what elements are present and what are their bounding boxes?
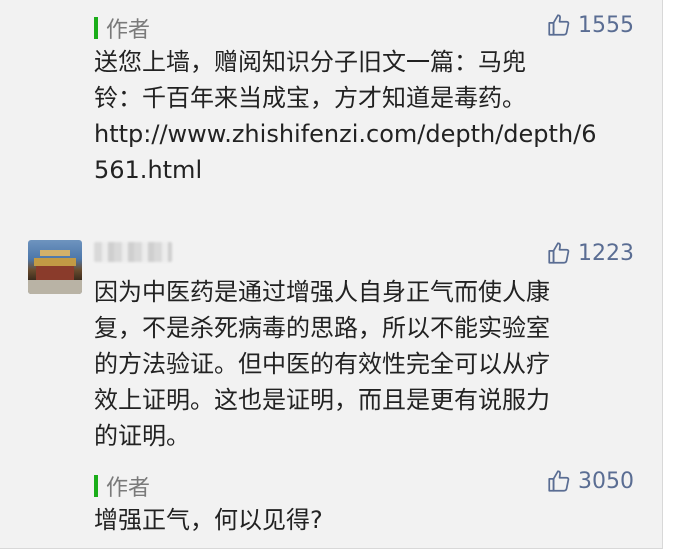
comment-line: 效上证明。这也是证明，而且是更有说服力 xyxy=(94,386,550,414)
comment-line: 增强正气，何以见得? xyxy=(94,506,323,534)
comments-panel: 作者 1555 送您上墙，赠阅知识分子旧文一篇：马兜 铃：千百年来当成宝，方才知… xyxy=(0,0,663,549)
comment-body: 增强正气，何以见得? xyxy=(94,502,323,538)
comment-line: 送您上墙，赠阅知识分子旧文一篇：马兜 xyxy=(94,48,526,76)
comment-body: 送您上墙，赠阅知识分子旧文一篇：马兜 铃：千百年来当成宝，方才知道是毒药。 ht… xyxy=(94,44,597,188)
author-reply-header: 作者 xyxy=(94,12,150,44)
like-count: 1555 xyxy=(578,12,634,38)
author-label: 作者 xyxy=(106,18,151,43)
author-label: 作者 xyxy=(106,476,151,501)
username-blurred[interactable] xyxy=(94,242,172,262)
like-button[interactable]: 1223 xyxy=(546,240,634,266)
author-indicator-bar xyxy=(94,475,98,497)
comment-line: 的证明。 xyxy=(94,422,190,450)
like-button[interactable]: 1555 xyxy=(546,12,634,38)
like-count: 1223 xyxy=(578,240,634,266)
comment-body: 因为中医药是通过增强人自身正气而使人康 复，不是杀死病毒的思路，所以不能实验室 … xyxy=(94,274,550,454)
comment-line: 的方法验证。但中医的有效性完全可以从疗 xyxy=(94,350,550,378)
comment-line: 复，不是杀死病毒的思路，所以不能实验室 xyxy=(94,314,550,342)
comment-line: 因为中医药是通过增强人自身正气而使人康 xyxy=(94,278,550,306)
author-reply-header: 作者 xyxy=(94,470,150,502)
like-count: 3050 xyxy=(578,468,634,494)
thumbs-up-icon xyxy=(548,470,570,492)
user-avatar[interactable] xyxy=(28,240,82,294)
thumbs-up-icon xyxy=(548,242,570,264)
like-button[interactable]: 3050 xyxy=(546,468,634,494)
comment-link-cont[interactable]: 561.html xyxy=(94,152,597,188)
thumbs-up-icon xyxy=(548,14,570,36)
author-indicator-bar xyxy=(94,17,98,39)
comment-link[interactable]: http://www.zhishifenzi.com/depth/depth/6 xyxy=(94,116,597,152)
comment-line: 铃：千百年来当成宝，方才知道是毒药。 xyxy=(94,84,526,112)
